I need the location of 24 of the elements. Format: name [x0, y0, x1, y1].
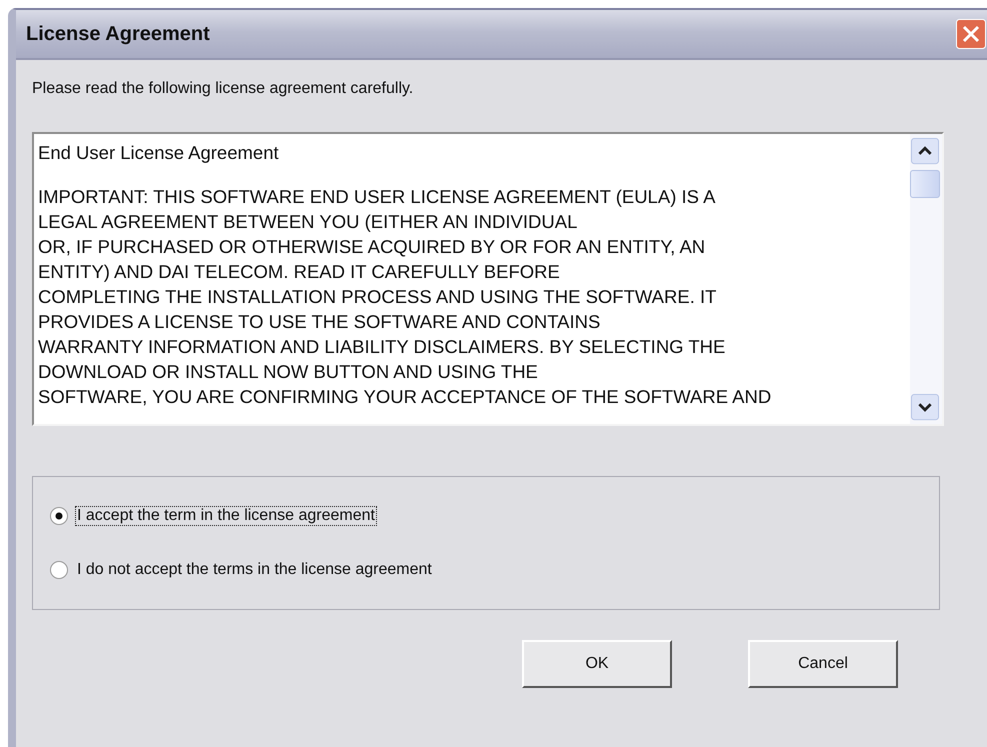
radio-label[interactable]: I accept the term in the license agreement [75, 506, 377, 526]
radio-button[interactable] [49, 506, 69, 526]
window-title: License Agreement [26, 22, 210, 46]
license-text-line: DOWNLOAD OR INSTALL NOW BUTTON AND USING THE [38, 361, 538, 382]
instruction-text: Please read the following license agreement carefully. [32, 80, 414, 99]
scroll-down-button[interactable] [910, 394, 940, 422]
license-text-heading: End User License Agreement [38, 142, 279, 163]
scroll-up-button[interactable] [910, 138, 940, 166]
license-text-line: IMPORTANT: THIS SOFTWARE END USER LICENSE AGREEMENT (EULA) IS A [38, 186, 716, 207]
scrollbar[interactable] [910, 134, 942, 424]
scroll-thumb[interactable] [910, 170, 940, 198]
cancel-button[interactable]: Cancel [748, 640, 898, 688]
radio-label[interactable]: I do not accept the terms in the license agreement [75, 560, 434, 580]
radio-button[interactable] [49, 560, 69, 580]
license-text-line: PROVIDES A LICENSE TO USE THE SOFTWARE AND CONTAINS [38, 311, 600, 332]
license-text-box[interactable] [32, 132, 944, 426]
license-text-line: SOFTWARE, YOU ARE CONFIRMING YOUR ACCEPTANCE OF THE SOFTWARE AND [38, 386, 772, 407]
ok-button[interactable]: OK [522, 640, 672, 688]
close-button[interactable] [956, 19, 986, 49]
license-text-line: COMPLETING THE INSTALLATION PROCESS AND USING THE SOFTWARE. IT [38, 286, 716, 307]
license-text-line: LEGAL AGREEMENT BETWEEN YOU (EITHER AN INDIVIDUAL [38, 211, 578, 232]
license-text-line: ENTITY) AND DAI TELECOM. READ IT CAREFULLY BEFORE [38, 261, 560, 282]
license-text-line: WARRANTY INFORMATION AND LIABILITY DISCLAIMERS. BY SELECTING THE [38, 336, 726, 357]
license-text-line: OR, IF PURCHASED OR OTHERWISE ACQUIRED BY OR FOR AN ENTITY, AN [38, 236, 706, 257]
